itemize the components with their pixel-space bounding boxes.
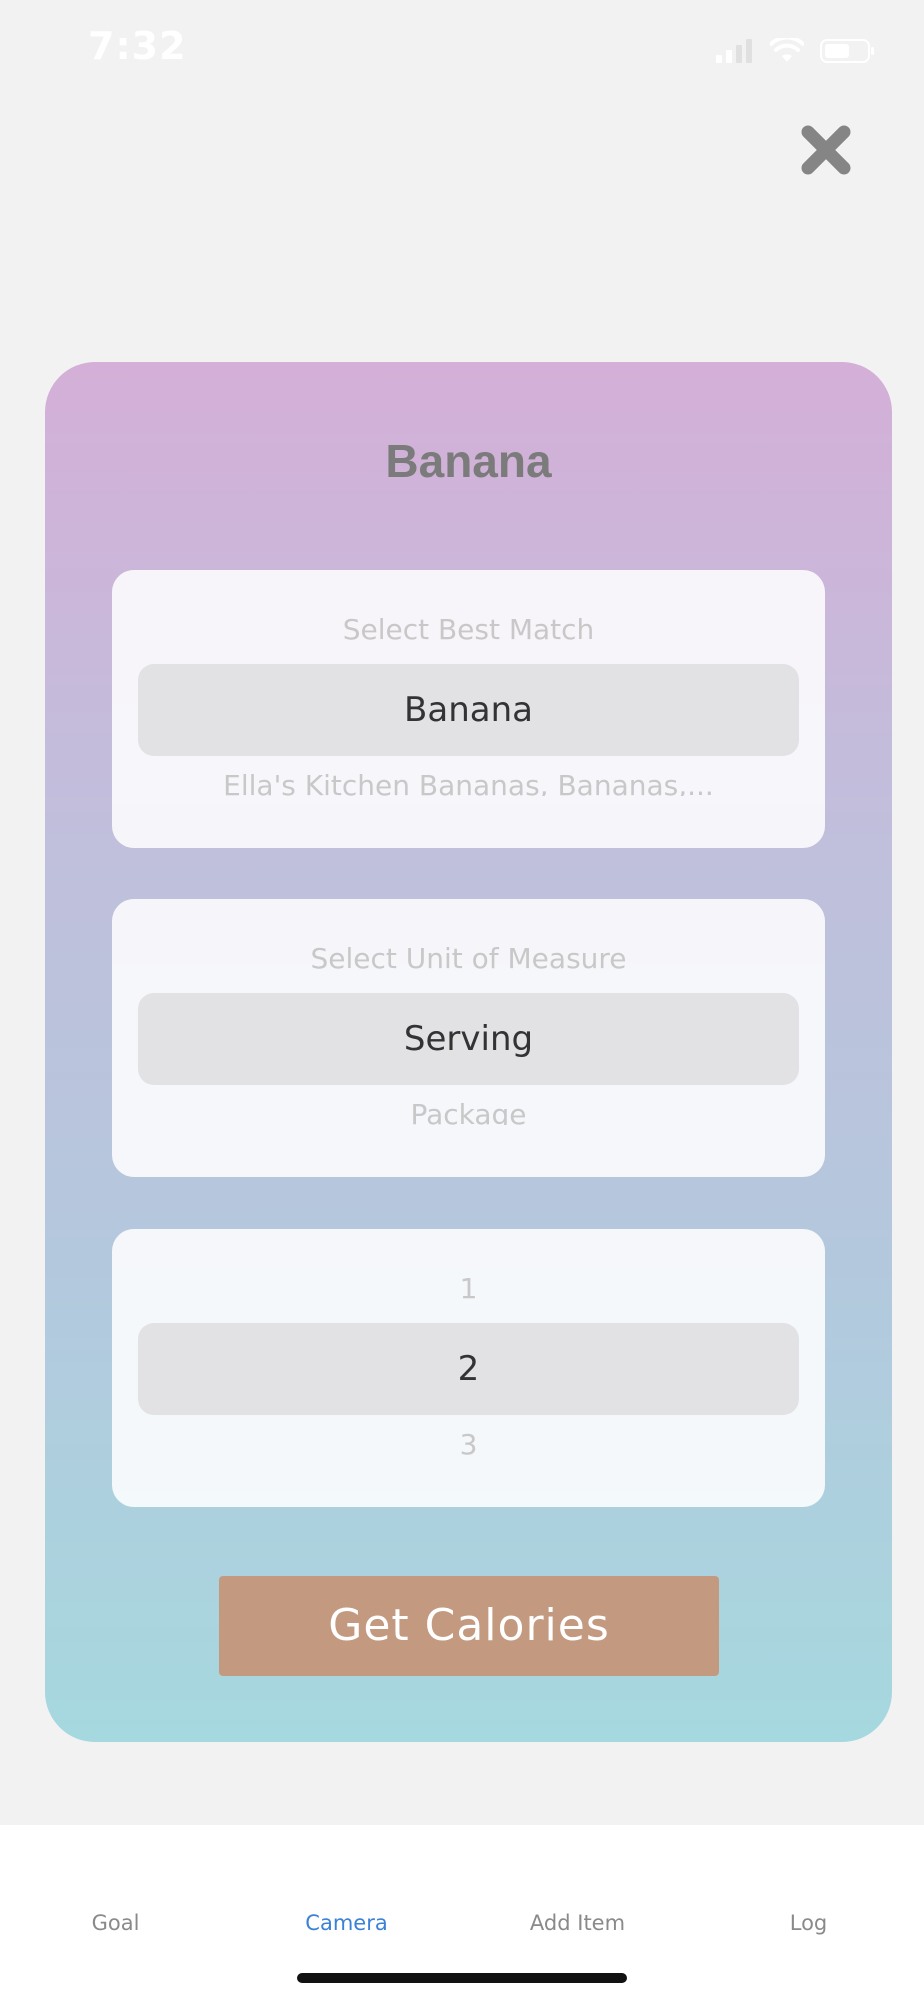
picker-option-next[interactable]: Package — [112, 1095, 825, 1125]
picker-option-next[interactable]: Ella's Kitchen Bananas, Bananas,... — [112, 766, 825, 796]
battery-icon — [820, 39, 874, 63]
signal-icon — [716, 39, 752, 63]
status-time: 7:32 — [88, 24, 187, 68]
status-icons — [714, 36, 876, 66]
tab-camera[interactable]: Camera — [231, 1911, 462, 1935]
best-match-picker[interactable]: Select Best Match Banana Ella's Kitchen … — [112, 570, 825, 848]
picker-option-prev[interactable]: Select Unit of Measure — [112, 939, 825, 979]
get-calories-button[interactable]: Get Calories — [219, 1576, 719, 1676]
tab-log[interactable]: Log — [693, 1911, 924, 1935]
tab-bar: Goal Camera Add Item Log — [0, 1825, 924, 2000]
picker-option-prev[interactable]: 1 — [112, 1269, 825, 1309]
food-card: Banana Select Best Match Banana Ella's K… — [45, 362, 892, 1742]
home-indicator — [297, 1973, 627, 1983]
unit-picker[interactable]: Select Unit of Measure Serving Package — [112, 899, 825, 1177]
food-title: Banana — [385, 435, 552, 487]
close-button[interactable] — [798, 122, 854, 178]
wifi-icon — [770, 38, 804, 62]
picker-option-selected[interactable]: Banana — [138, 664, 799, 756]
tab-add-item[interactable]: Add Item — [462, 1911, 693, 1935]
quantity-picker[interactable]: 1 2 3 — [112, 1229, 825, 1507]
picker-option-prev[interactable]: Select Best Match — [112, 610, 825, 650]
close-icon — [801, 125, 851, 175]
picker-option-next[interactable]: 3 — [112, 1425, 825, 1465]
tab-goal[interactable]: Goal — [0, 1911, 231, 1935]
picker-option-selected[interactable]: 2 — [138, 1323, 799, 1415]
picker-option-selected[interactable]: Serving — [138, 993, 799, 1085]
status-bar: 7:32 — [0, 0, 924, 100]
